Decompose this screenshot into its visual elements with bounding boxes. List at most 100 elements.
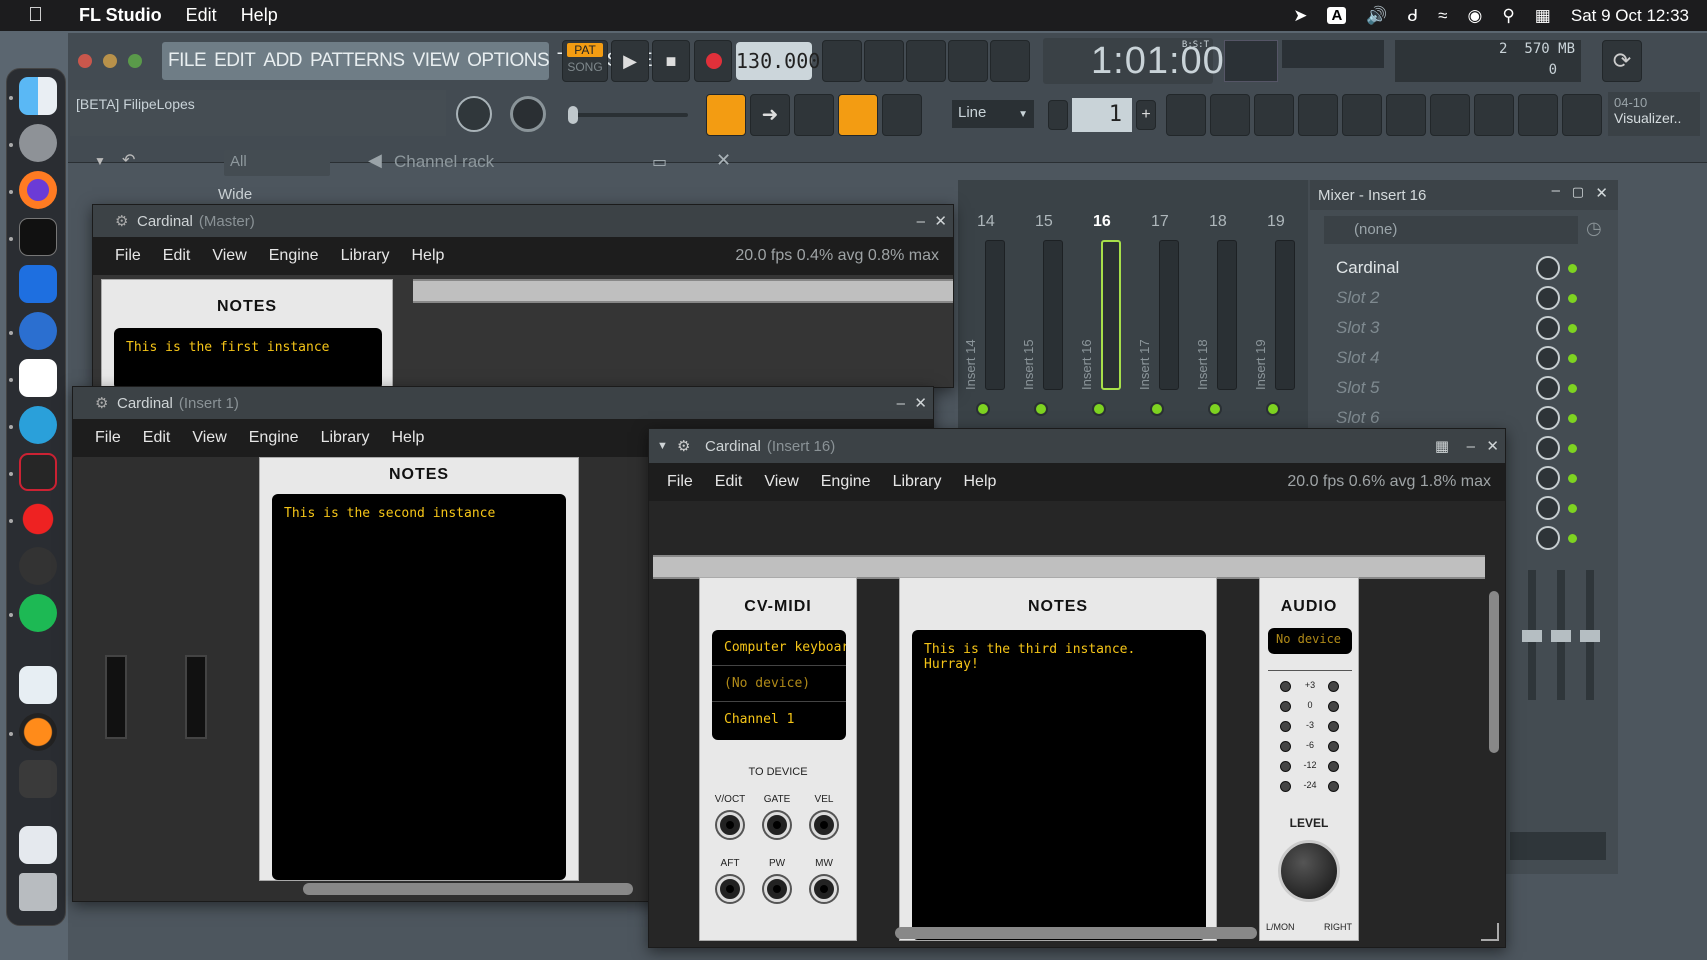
- route-dot[interactable]: [976, 402, 990, 416]
- effect-slot[interactable]: Slot 5: [1310, 373, 1580, 403]
- route-dot[interactable]: [1092, 402, 1106, 416]
- render-button[interactable]: [1518, 94, 1558, 136]
- volume-icon[interactable]: 🔊: [1366, 6, 1387, 26]
- xquartz-icon[interactable]: [19, 547, 57, 585]
- plugin-database-button[interactable]: [1430, 94, 1470, 136]
- user-icon[interactable]: ◉: [1468, 6, 1483, 26]
- step-edit-button[interactable]: [948, 40, 988, 82]
- undo-icon[interactable]: ↶: [122, 150, 135, 170]
- output-select[interactable]: [1510, 832, 1606, 860]
- slot-mix-knob[interactable]: [1536, 376, 1560, 400]
- grid-icon[interactable]: ▦: [1435, 437, 1449, 455]
- menu-edit[interactable]: EDIT: [214, 50, 256, 72]
- window-title-bar[interactable]: ▼ ⚙ Cardinal (Insert 16) ▦ – ✕: [649, 429, 1505, 463]
- thunderbird-icon[interactable]: [19, 312, 57, 350]
- midi-driver-row[interactable]: Computer keyboard: [712, 630, 846, 666]
- graph-icon[interactable]: ▭: [652, 152, 667, 172]
- shop-button[interactable]: [1562, 94, 1602, 136]
- close-icon[interactable]: ✕: [1595, 184, 1608, 202]
- stop-button[interactable]: ■: [652, 40, 690, 82]
- menu-help[interactable]: Help: [391, 429, 424, 447]
- level-knob[interactable]: [1278, 840, 1340, 902]
- menu-library[interactable]: Library: [893, 473, 942, 491]
- app-menu[interactable]: FL Studio: [79, 5, 162, 26]
- master-volume-knob[interactable]: [456, 96, 492, 132]
- menu-help[interactable]: Help: [963, 473, 996, 491]
- input-jack[interactable]: [764, 812, 790, 838]
- song-position-display[interactable]: 1:01:00 B:S:T: [1043, 38, 1224, 84]
- eq-fader-3[interactable]: [1580, 570, 1600, 700]
- close-icon[interactable]: ✕: [716, 150, 731, 171]
- wifi-icon[interactable]: ≈: [1438, 6, 1447, 26]
- system-preferences-icon[interactable]: [19, 124, 57, 162]
- notes-text-area[interactable]: This is the third instance. Hurray!: [912, 630, 1206, 940]
- menu-view[interactable]: View: [212, 247, 246, 265]
- minimize-icon[interactable]: –: [1552, 182, 1560, 199]
- app-dark-icon[interactable]: [19, 453, 57, 491]
- slot-enable-led[interactable]: [1568, 294, 1577, 303]
- collapse-icon[interactable]: ▼: [94, 154, 106, 168]
- input-source-icon[interactable]: A: [1327, 7, 1347, 24]
- eq-fader-2[interactable]: [1551, 570, 1571, 700]
- effect-slot[interactable]: Slot 3: [1310, 313, 1580, 343]
- finder-icon[interactable]: [19, 77, 57, 115]
- gear-icon[interactable]: ⚙: [95, 394, 108, 412]
- next-button[interactable]: ➜: [750, 94, 790, 136]
- pattern-selector[interactable]: 1: [1072, 98, 1132, 132]
- browser-filter-select[interactable]: All: [224, 150, 330, 176]
- slot-enable-led[interactable]: [1568, 264, 1577, 273]
- input-jack[interactable]: [717, 876, 743, 902]
- slot-mix-knob[interactable]: [1536, 526, 1560, 550]
- close-icon[interactable]: ✕: [1486, 437, 1499, 455]
- telegram-status-icon[interactable]: ➤: [1293, 6, 1307, 26]
- slot-mix-knob[interactable]: [1536, 436, 1560, 460]
- news-panel[interactable]: 04-10 Visualizer..: [1608, 92, 1700, 136]
- play-button[interactable]: ▶: [611, 40, 649, 82]
- input-jack[interactable]: [764, 876, 790, 902]
- mixer-button[interactable]: [1298, 94, 1338, 136]
- menubar-item-edit[interactable]: Edit: [186, 5, 217, 26]
- slot-mix-knob[interactable]: [1536, 406, 1560, 430]
- zoom-button[interactable]: [128, 54, 142, 68]
- menu-engine[interactable]: Engine: [249, 429, 299, 447]
- spotify-icon[interactable]: [19, 594, 57, 632]
- wait-input-button[interactable]: [864, 40, 904, 82]
- slot-enable-led[interactable]: [1568, 474, 1577, 483]
- app-character-icon[interactable]: [19, 760, 57, 798]
- slot-mix-knob[interactable]: [1536, 256, 1560, 280]
- menubar-item-help[interactable]: Help: [241, 5, 278, 26]
- effect-slot[interactable]: Cardinal: [1310, 253, 1580, 283]
- minimize-button[interactable]: [103, 54, 117, 68]
- slot-enable-led[interactable]: [1568, 444, 1577, 453]
- slot-enable-led[interactable]: [1568, 504, 1577, 513]
- firefox-icon[interactable]: [19, 171, 57, 209]
- resize-grip-icon[interactable]: [1481, 923, 1499, 941]
- preset-select[interactable]: (none): [1324, 216, 1578, 244]
- control-center-icon[interactable]: ▦: [1535, 6, 1551, 26]
- wide-label[interactable]: Wide: [218, 186, 252, 203]
- vertical-scrollbar[interactable]: [1489, 591, 1499, 753]
- gear-icon[interactable]: ⚙: [115, 212, 128, 230]
- menu-engine[interactable]: Engine: [821, 473, 871, 491]
- slack-icon[interactable]: [19, 359, 57, 397]
- minimize-icon[interactable]: –: [897, 395, 905, 412]
- menu-view[interactable]: View: [764, 473, 798, 491]
- tempo-display[interactable]: 130.000: [736, 42, 820, 80]
- slot-enable-led[interactable]: [1568, 384, 1577, 393]
- slot-mix-knob[interactable]: [1536, 346, 1560, 370]
- pattern-dropdown-button[interactable]: [1048, 100, 1068, 130]
- fl-studio-icon[interactable]: [19, 713, 57, 751]
- close-button[interactable]: [78, 54, 92, 68]
- midi-channel-row[interactable]: Channel 1: [712, 702, 846, 737]
- search-icon[interactable]: ⚲: [1502, 6, 1514, 26]
- menu-edit[interactable]: Edit: [715, 473, 743, 491]
- horizontal-scrollbar[interactable]: [895, 927, 1257, 939]
- mixer-strip-18[interactable]: [1217, 240, 1237, 390]
- maximize-icon[interactable]: ▢: [1572, 184, 1584, 200]
- collapse-icon[interactable]: ▼: [657, 440, 668, 452]
- slide-button[interactable]: [794, 94, 834, 136]
- master-pitch-knob[interactable]: [510, 96, 546, 132]
- master-volume-slider[interactable]: [568, 106, 688, 124]
- apple-icon[interactable]: : [28, 4, 43, 27]
- slot-enable-led[interactable]: [1568, 324, 1577, 333]
